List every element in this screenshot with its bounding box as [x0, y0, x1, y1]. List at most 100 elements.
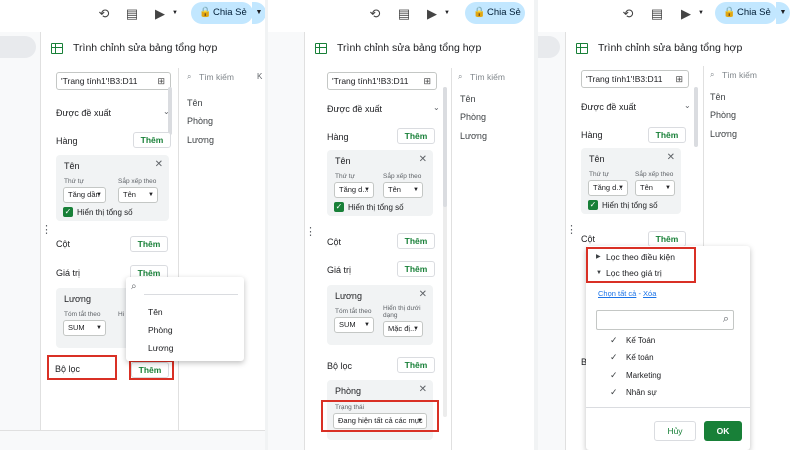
close-icon[interactable]: ✕ — [155, 159, 163, 170]
close-icon[interactable]: ✕ — [419, 289, 427, 300]
field-item[interactable]: Phòng — [710, 110, 736, 120]
field-item[interactable]: Lương — [187, 135, 214, 145]
range-input[interactable]: 'Trang tính1'!B3:D11 ⊞ — [56, 72, 171, 90]
sort-by-dropdown[interactable]: Tên ▼ — [635, 180, 675, 196]
dropdown-arrow-icon: ▼ — [364, 322, 370, 328]
field-item[interactable]: Phòng — [187, 116, 213, 126]
add-filter-button[interactable]: Thêm — [397, 357, 435, 373]
columns-label: Cột — [327, 237, 342, 247]
check-icon[interactable]: ✓ — [610, 370, 618, 381]
share-button[interactable]: 🔒 Chia Sẻ — [465, 2, 525, 24]
value-option[interactable]: Nhân sự — [626, 388, 657, 397]
add-value-button[interactable]: Thêm — [397, 261, 435, 277]
history-icon[interactable]: ⟲ — [367, 6, 383, 22]
video-call-icon[interactable]: ▶ — [152, 6, 168, 22]
popup-item[interactable]: Tên — [148, 307, 163, 317]
summarize-dropdown[interactable]: SUM ▼ — [63, 320, 106, 336]
value-option[interactable]: Kế Toán — [626, 336, 655, 345]
share-dropdown-arrow[interactable]: ▼ — [776, 2, 790, 24]
dropdown-arrow-icon: ▼ — [665, 185, 671, 191]
add-filter-button[interactable]: Thêm — [131, 362, 169, 378]
drag-handle-icon[interactable]: ⋮ — [41, 225, 52, 236]
grid-select-icon[interactable]: ⊞ — [423, 73, 431, 89]
popup-item[interactable]: Lương — [148, 343, 173, 353]
close-icon[interactable]: ✕ — [419, 154, 427, 165]
suggested-label[interactable]: Được đề xuất — [327, 104, 382, 114]
chevron-down-icon[interactable]: ⌄ — [163, 107, 170, 116]
chevron-down-icon[interactable]: ⌄ — [684, 101, 691, 110]
field-item[interactable]: Tên — [187, 98, 203, 108]
field-item[interactable]: Phòng — [460, 112, 486, 122]
suggested-label[interactable]: Được đề xuất — [56, 108, 111, 118]
panel-3: ⟲ ▤ ▶ ▼ 🔒 Chia Sẻ ▼ Trình chỉnh sửa bảng… — [538, 0, 800, 450]
chevron-down-icon[interactable]: ▼ — [444, 10, 450, 16]
filter-by-condition[interactable]: Lọc theo điều kiện — [606, 252, 675, 262]
check-icon[interactable]: ✓ — [610, 352, 618, 363]
value-option[interactable]: Kế toán — [626, 353, 654, 362]
add-column-button[interactable]: Thêm — [648, 231, 686, 247]
scrollbar[interactable] — [443, 87, 447, 207]
editor-title: Trình chỉnh sửa bảng tổng hợp — [598, 42, 743, 54]
value-search-input[interactable]: ⌕ — [596, 310, 734, 330]
comment-icon[interactable]: ▤ — [649, 6, 665, 22]
status-dropdown[interactable]: Đang hiện tất cả các mục ▼ — [333, 413, 427, 429]
values-label: Giá trị — [327, 265, 352, 275]
range-input[interactable]: 'Trang tính1'!B3:D11 ⊞ — [581, 70, 689, 88]
add-column-button[interactable]: Thêm — [397, 233, 435, 249]
field-item[interactable]: Lương — [710, 129, 737, 139]
field-search-input[interactable]: Tìm kiếm — [470, 72, 505, 82]
grid-select-icon[interactable]: ⊞ — [157, 73, 165, 89]
sort-by-dropdown[interactable]: Tên ▼ — [383, 182, 423, 198]
show-totals-checkbox[interactable]: ✓ — [63, 207, 73, 217]
value-option[interactable]: Marketing — [626, 371, 661, 380]
range-input[interactable]: 'Trang tính1'!B3:D11 ⊞ — [327, 72, 437, 90]
lock-icon: 🔒 — [473, 7, 486, 18]
order-dropdown[interactable]: Tăng d... ▼ — [334, 182, 374, 198]
select-all-link[interactable]: Chọn tất cả — [598, 289, 636, 298]
dropdown-arrow-icon: ▼ — [417, 418, 423, 424]
add-row-button[interactable]: Thêm — [133, 132, 171, 148]
popup-search-input[interactable] — [144, 283, 238, 295]
check-icon[interactable]: ✓ — [610, 335, 618, 346]
order-dropdown[interactable]: Tăng d... ▼ — [588, 180, 628, 196]
field-search-input[interactable]: Tìm kiếm — [199, 72, 234, 82]
popup-item[interactable]: Phòng — [148, 325, 173, 335]
sort-by-dropdown[interactable]: Tên ▼ — [118, 187, 158, 203]
field-item[interactable]: Lương — [460, 131, 487, 141]
show-totals-checkbox[interactable]: ✓ — [334, 202, 344, 212]
scrollbar[interactable] — [694, 87, 698, 147]
filter-by-value[interactable]: Lọc theo giá trị — [606, 268, 662, 278]
comment-icon[interactable]: ▤ — [396, 6, 412, 22]
summarize-dropdown[interactable]: SUM ▼ — [334, 317, 374, 333]
chevron-down-icon[interactable]: ▼ — [172, 10, 178, 16]
video-call-icon[interactable]: ▶ — [424, 6, 440, 22]
field-item[interactable]: Tên — [710, 92, 726, 102]
history-icon[interactable]: ⟲ — [620, 6, 636, 22]
history-icon[interactable]: ⟲ — [96, 6, 112, 22]
ok-button[interactable]: OK — [704, 421, 742, 441]
check-icon[interactable]: ✓ — [610, 387, 618, 398]
show-as-dropdown[interactable]: Mặc đị... ▼ — [383, 321, 423, 337]
order-dropdown[interactable]: Tăng dần ▼ — [63, 187, 106, 203]
add-row-button[interactable]: Thêm — [397, 128, 435, 144]
suggested-label[interactable]: Được đề xuất — [581, 102, 636, 112]
video-call-icon[interactable]: ▶ — [678, 6, 694, 22]
show-totals-checkbox[interactable]: ✓ — [588, 200, 598, 210]
share-button[interactable]: 🔒 Chia Sẻ — [191, 2, 253, 24]
drag-handle-icon[interactable]: ⋮ — [566, 225, 577, 236]
close-icon[interactable]: ✕ — [419, 384, 427, 395]
drag-handle-icon[interactable]: ⋮ — [305, 227, 316, 238]
add-column-button[interactable]: Thêm — [130, 236, 168, 252]
comment-icon[interactable]: ▤ — [124, 6, 140, 22]
share-dropdown-arrow[interactable]: ▼ — [252, 2, 265, 24]
share-button[interactable]: 🔒 Chia Sẻ — [715, 2, 777, 24]
chevron-down-icon[interactable]: ⌄ — [433, 103, 440, 112]
chevron-down-icon[interactable]: ▼ — [698, 10, 704, 16]
clear-link[interactable]: Xóa — [643, 289, 656, 298]
close-icon[interactable]: ✕ — [667, 152, 675, 163]
field-item[interactable]: Tên — [460, 94, 476, 104]
add-row-button[interactable]: Thêm — [648, 127, 686, 143]
cancel-button[interactable]: Hủy — [654, 421, 696, 441]
field-search-input[interactable]: Tìm kiếm — [722, 70, 757, 80]
grid-select-icon[interactable]: ⊞ — [675, 71, 683, 87]
